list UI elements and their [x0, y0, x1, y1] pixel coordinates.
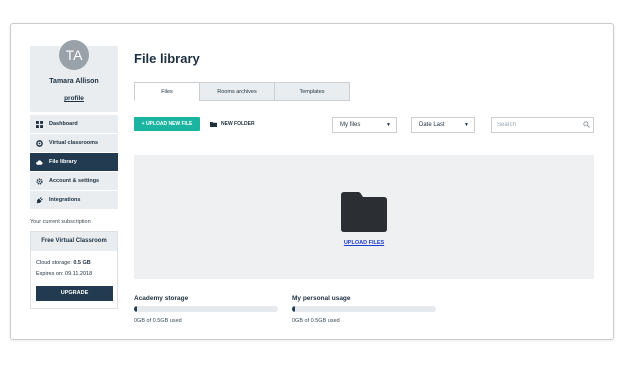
sidebar-item-label: Integrations: [49, 197, 81, 203]
sidebar-item-label: Account & settings: [49, 178, 100, 184]
chevron-down-icon: ▼: [386, 122, 391, 128]
settings-icon: [36, 177, 43, 185]
academy-storage: Academy storage 0GB of 0.5GB used: [134, 295, 278, 324]
sidebar-item-label: Virtual classrooms: [49, 140, 99, 146]
gear-icon: [36, 139, 43, 147]
sidebar-item-dashboard[interactable]: Dashboard: [30, 115, 118, 133]
new-folder-button[interactable]: NEW FOLDER: [210, 117, 255, 131]
tab-rooms-archives[interactable]: Rooms archives: [199, 82, 275, 101]
tab-bar: Files Rooms archives Templates: [134, 82, 350, 101]
sidebar-item-account-settings[interactable]: Account & settings: [30, 172, 118, 190]
tab-files[interactable]: Files: [134, 82, 200, 101]
usage-text: 0GB of 0.5GB used: [134, 318, 182, 324]
search-input[interactable]: [491, 117, 594, 133]
upgrade-button[interactable]: UPGRADE: [36, 286, 113, 301]
subscription-label: Your current subscription: [30, 219, 91, 225]
expiry-date: Expires on: 09.11.2018: [36, 271, 93, 277]
page-title: File library: [134, 51, 200, 66]
sidebar-item-virtual-classrooms[interactable]: Virtual classrooms: [30, 134, 118, 152]
sort-select[interactable]: Date Last ▼: [411, 117, 475, 133]
chevron-down-icon: ▼: [464, 122, 469, 128]
tab-templates[interactable]: Templates: [274, 82, 350, 101]
cloud-icon: [36, 159, 43, 166]
folder-icon: [341, 192, 387, 232]
sidebar-nav: Dashboard Virtual classrooms File librar…: [30, 115, 118, 210]
upload-files-link[interactable]: UPLOAD FILES: [134, 240, 594, 246]
usage-text: 0GB of 0.5GB used: [292, 318, 340, 324]
profile-link[interactable]: profile: [30, 95, 118, 102]
plug-icon: [36, 196, 43, 204]
plan-name: Free Virtual Classroom: [31, 232, 117, 251]
usage-bar: [134, 306, 278, 312]
search-icon[interactable]: [583, 121, 590, 128]
usage-label: My personal usage: [292, 295, 351, 302]
sidebar-item-label: Dashboard: [49, 121, 78, 127]
usage-label: Academy storage: [134, 295, 189, 302]
usage-bar: [292, 306, 436, 312]
filter-select[interactable]: My files ▼: [332, 117, 397, 133]
sidebar-item-label: File library: [49, 159, 77, 165]
filter-value: My files: [340, 122, 361, 128]
cloud-storage: Cloud storage: 0.5 GB: [31, 260, 117, 266]
new-folder-label: NEW FOLDER: [221, 121, 255, 127]
profile-card: TA Tamara Allison profile: [30, 40, 118, 112]
file-dropzone[interactable]: UPLOAD FILES: [134, 155, 594, 279]
upload-new-file-button[interactable]: + UPLOAD NEW FILE: [134, 117, 200, 131]
avatar[interactable]: TA: [59, 40, 89, 70]
sidebar-item-file-library[interactable]: File library: [30, 153, 118, 171]
sort-value: Date Last: [419, 122, 445, 128]
subscription-card: Free Virtual Classroom Cloud storage: 0.…: [30, 231, 118, 309]
sidebar-item-integrations[interactable]: Integrations: [30, 191, 118, 209]
grid-icon: [36, 120, 43, 128]
personal-usage: My personal usage 0GB of 0.5GB used: [292, 295, 436, 324]
usage-fill: [134, 306, 137, 312]
user-name: Tamara Allison: [49, 78, 99, 85]
cloud-storage-label: Cloud storage:: [36, 260, 72, 266]
folder-icon: [210, 122, 217, 127]
usage-fill: [292, 306, 295, 312]
cloud-storage-value: 0.5 GB: [73, 260, 91, 266]
